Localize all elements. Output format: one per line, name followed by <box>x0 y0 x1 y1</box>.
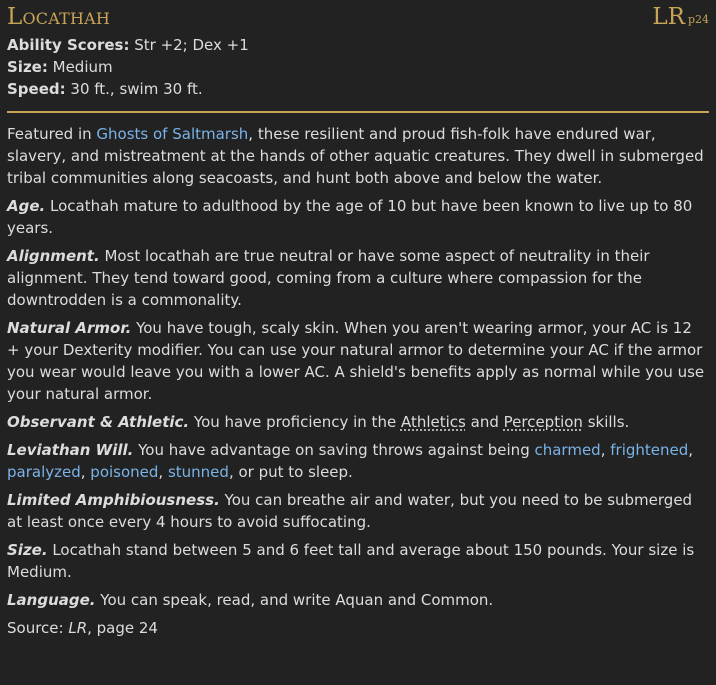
source-badge[interactable]: LR p24 <box>652 4 709 30</box>
stat-size: Size: Medium <box>7 58 113 76</box>
skill-athletics-link[interactable]: Athletics <box>401 413 466 431</box>
condition-frightened-link[interactable]: frightened <box>610 441 688 459</box>
trait-language: Language. You can speak, read, and write… <box>7 591 494 609</box>
trait-observant-athletic: Observant & Athletic. You have proficien… <box>7 413 630 431</box>
page-title: Locathah <box>7 4 111 30</box>
stat-block: Ability Scores: Str +2; Dex +1 Size: Med… <box>7 34 709 100</box>
trait-natural-armor: Natural Armor. You have tough, scaly ski… <box>7 319 705 403</box>
trait-leviathan-will: Leviathan Will. You have advantage on sa… <box>7 441 694 481</box>
condition-stunned-link[interactable]: stunned <box>168 463 229 481</box>
skill-perception-link[interactable]: Perception <box>504 413 583 431</box>
header-divider <box>7 111 709 113</box>
trait-limited-amphibiousness: Limited Amphibiousness. You can breathe … <box>7 491 693 531</box>
source-abbr[interactable]: LR <box>652 4 685 30</box>
stat-speed: Speed: 30 ft., swim 30 ft. <box>7 80 203 98</box>
book-link[interactable]: Ghosts of Saltmarsh <box>96 125 248 143</box>
condition-poisoned-link[interactable]: poisoned <box>90 463 158 481</box>
trait-size: Size. Locathah stand between 5 and 6 fee… <box>7 541 695 581</box>
trait-age: Age. Locathah mature to adulthood by the… <box>7 197 693 237</box>
condition-charmed-link[interactable]: charmed <box>534 441 600 459</box>
trait-alignment: Alignment. Most locathah are true neutra… <box>7 247 650 309</box>
race-entry: Locathah LR p24 Ability Scores: Str +2; D… <box>0 0 716 639</box>
entry-header: Locathah LR p24 <box>7 4 709 34</box>
source-page: p24 <box>687 13 709 26</box>
stat-ability-scores: Ability Scores: Str +2; Dex +1 <box>7 36 249 54</box>
intro-paragraph: Featured in Ghosts of Saltmarsh, these r… <box>7 125 704 187</box>
source-line: Source: LR, page 24 <box>7 619 158 637</box>
condition-paralyzed-link[interactable]: paralyzed <box>7 463 81 481</box>
source-book[interactable]: LR <box>68 619 87 637</box>
